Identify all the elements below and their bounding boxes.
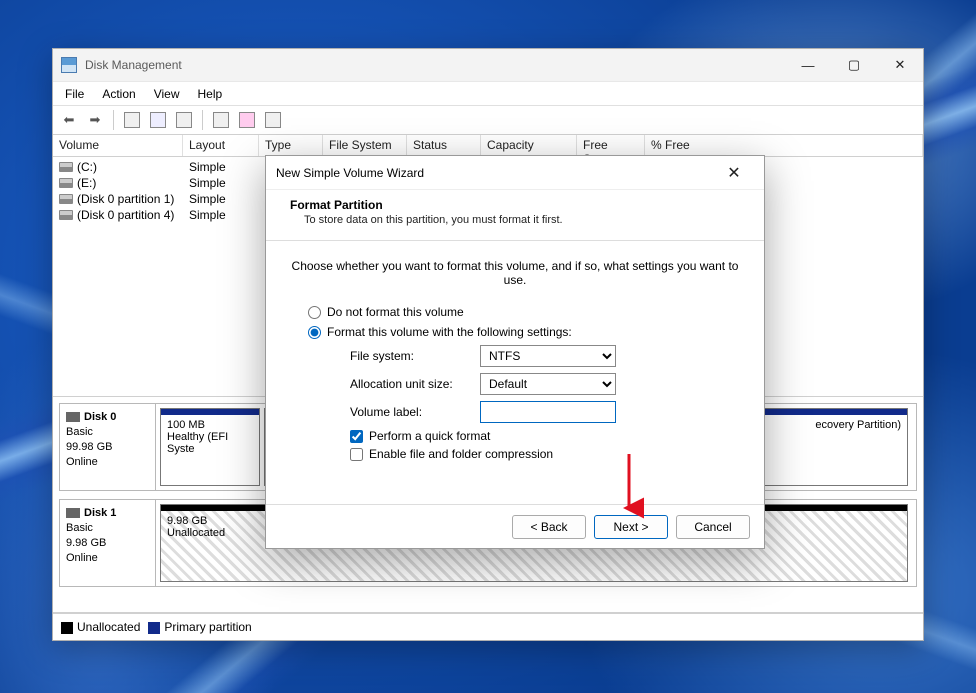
dialog-titlebar[interactable]: New Simple Volume Wizard ✕ <box>266 156 764 190</box>
window-title: Disk Management <box>85 58 182 72</box>
menu-file[interactable]: File <box>57 84 92 104</box>
back-button[interactable]: ⬅ <box>59 110 79 130</box>
label-format-with-settings: Format this volume with the following se… <box>327 325 572 339</box>
partition[interactable]: 100 MB Healthy (EFI Syste <box>160 408 260 486</box>
window-controls: — ▢ ✕ <box>785 49 923 81</box>
col-layout[interactable]: Layout <box>183 135 259 156</box>
col-status[interactable]: Status <box>407 135 481 156</box>
dialog-button-row: < Back Next > Cancel <box>266 504 764 548</box>
legend: Unallocated Primary partition <box>53 612 923 640</box>
column-headers: Volume Layout Type File System Status Ca… <box>53 135 923 157</box>
col-free[interactable]: Free Spa... <box>577 135 645 156</box>
disk-icon <box>66 508 80 518</box>
back-button[interactable]: < Back <box>512 515 586 539</box>
menu-view[interactable]: View <box>146 84 188 104</box>
app-icon <box>61 57 77 73</box>
toolbar-icon-3[interactable] <box>174 110 194 130</box>
label-compression: Enable file and folder compression <box>369 447 553 461</box>
forward-button[interactable]: ➡ <box>85 110 105 130</box>
next-button[interactable]: Next > <box>594 515 668 539</box>
close-button[interactable]: ✕ <box>877 49 923 81</box>
toolbar-icon-5[interactable] <box>237 110 257 130</box>
menu-help[interactable]: Help <box>190 84 231 104</box>
col-volume[interactable]: Volume <box>53 135 183 156</box>
dialog-intro-text: Choose whether you want to format this v… <box>290 259 740 287</box>
menubar: File Action View Help <box>53 81 923 105</box>
dialog-title: New Simple Volume Wizard <box>276 166 424 180</box>
dialog-body: Choose whether you want to format this v… <box>266 241 764 504</box>
dialog-close-button[interactable]: ✕ <box>714 163 754 183</box>
toolbar-icon-6[interactable] <box>263 110 283 130</box>
maximize-button[interactable]: ▢ <box>831 49 877 81</box>
menu-action[interactable]: Action <box>94 84 143 104</box>
dialog-header: Format Partition To store data on this p… <box>266 190 764 241</box>
legend-swatch-primary <box>148 622 160 634</box>
label-volume-label: Volume label: <box>350 405 480 419</box>
checkbox-quick-format[interactable] <box>350 430 363 443</box>
label-do-not-format: Do not format this volume <box>327 305 464 319</box>
volume-icon <box>59 178 73 188</box>
toolbar-icon-1[interactable] <box>122 110 142 130</box>
label-allocation-size: Allocation unit size: <box>350 377 480 391</box>
select-allocation-size[interactable]: Default <box>480 373 616 395</box>
toolbar-icon-4[interactable] <box>211 110 231 130</box>
label-file-system: File system: <box>350 349 480 363</box>
legend-swatch-unallocated <box>61 622 73 634</box>
select-file-system[interactable]: NTFS <box>480 345 616 367</box>
new-simple-volume-wizard-dialog: New Simple Volume Wizard ✕ Format Partit… <box>265 155 765 549</box>
volume-icon <box>59 162 73 172</box>
disk-1-info: Disk 1 Basic 9.98 GB Online <box>60 500 156 586</box>
label-quick-format: Perform a quick format <box>369 429 490 443</box>
disk-icon <box>66 412 80 422</box>
col-pct[interactable]: % Free <box>645 135 923 156</box>
separator <box>202 110 203 130</box>
minimize-button[interactable]: — <box>785 49 831 81</box>
radio-do-not-format[interactable] <box>308 306 321 319</box>
separator <box>113 110 114 130</box>
titlebar[interactable]: Disk Management — ▢ ✕ <box>53 49 923 81</box>
input-volume-label[interactable] <box>480 401 616 423</box>
volume-icon <box>59 194 73 204</box>
refresh-icon[interactable] <box>148 110 168 130</box>
cancel-button[interactable]: Cancel <box>676 515 750 539</box>
toolbar: ⬅ ➡ <box>53 105 923 135</box>
radio-format-with-settings[interactable] <box>308 326 321 339</box>
col-type[interactable]: Type <box>259 135 323 156</box>
col-fs[interactable]: File System <box>323 135 407 156</box>
dialog-heading: Format Partition <box>290 198 740 212</box>
checkbox-compression[interactable] <box>350 448 363 461</box>
volume-icon <box>59 210 73 220</box>
col-capacity[interactable]: Capacity <box>481 135 577 156</box>
disk-0-info: Disk 0 Basic 99.98 GB Online <box>60 404 156 490</box>
dialog-subheading: To store data on this partition, you mus… <box>304 214 740 226</box>
